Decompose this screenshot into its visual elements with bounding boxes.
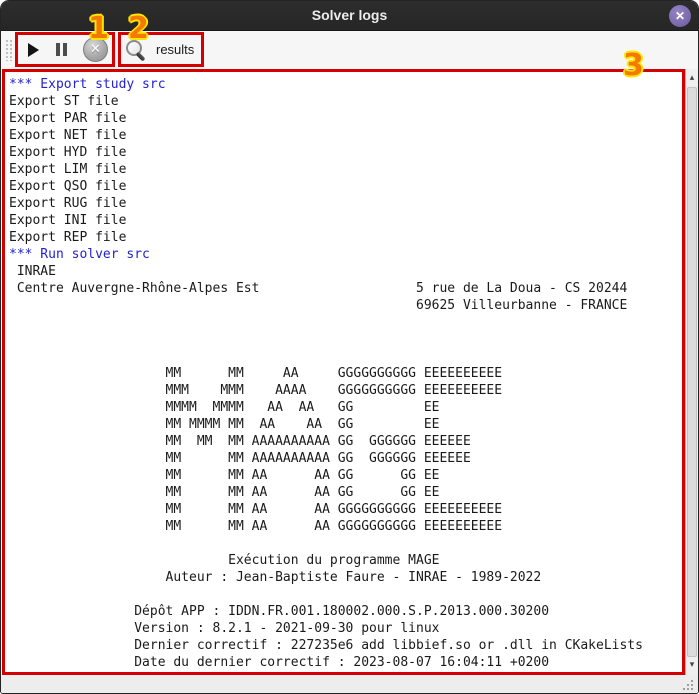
log-line: Export LIM file bbox=[9, 161, 682, 178]
log-line bbox=[9, 535, 682, 552]
log-line bbox=[9, 348, 682, 365]
close-button[interactable]: ✕ bbox=[669, 5, 691, 27]
log-line: *** Run solver src bbox=[9, 246, 682, 263]
status-bar bbox=[1, 675, 698, 694]
log-line: Dépôt APP : IDDN.FR.001.180002.000.S.P.2… bbox=[9, 603, 682, 620]
arrow-up-icon: ▴ bbox=[690, 74, 695, 83]
log-line: Export REP file bbox=[9, 229, 682, 246]
close-icon: ✕ bbox=[675, 9, 685, 23]
log-line: Auteur : Jean-Baptiste Faure - INRAE - 1… bbox=[9, 569, 682, 586]
arrow-down-icon: ▾ bbox=[690, 661, 695, 670]
log-line: MM MM MM AAAAAAAAAA GG GGGGGG EEEEEE bbox=[9, 433, 682, 450]
annotation-label-2: 2 bbox=[128, 11, 149, 46]
scroll-down-button[interactable]: ▾ bbox=[686, 658, 698, 673]
log-line bbox=[9, 586, 682, 603]
log-line: Export INI file bbox=[9, 212, 682, 229]
log-line: Export QSO file bbox=[9, 178, 682, 195]
log-line: Export HYD file bbox=[9, 144, 682, 161]
run-solver-button[interactable] bbox=[28, 43, 39, 57]
log-line: MMMM MMMM AA AA GG EE bbox=[9, 399, 682, 416]
log-line: Dernier correctif : 227235e6 add libbief… bbox=[9, 637, 682, 654]
log-line bbox=[9, 331, 682, 348]
log-line: INRAE bbox=[9, 263, 682, 280]
log-line: Export RUG file bbox=[9, 195, 682, 212]
pause-solver-button[interactable] bbox=[56, 43, 67, 56]
scroll-up-button[interactable]: ▴ bbox=[686, 71, 698, 86]
annotation-label-3: 3 bbox=[623, 48, 644, 83]
log-line: 69625 Villeurbanne - FRANCE bbox=[9, 297, 682, 314]
log-line: *** Export study src bbox=[9, 76, 682, 93]
log-line: Date du dernier correctif : 2023-08-07 1… bbox=[9, 654, 682, 671]
vertical-scrollbar[interactable]: ▴ ▾ bbox=[685, 69, 698, 675]
log-line: Exécution du programme MAGE bbox=[9, 552, 682, 569]
log-line: MM MM AA AA GGGGGGGGGG EEEEEEEEEE bbox=[9, 501, 682, 518]
log-line: MM MM AA AA GGGGGGGGGG EEEEEEEEEE bbox=[9, 518, 682, 535]
log-line bbox=[9, 314, 682, 331]
log-line: Export PAR file bbox=[9, 110, 682, 127]
log-line: MMM MMM AAAA GGGGGGGGGG EEEEEEEEEE bbox=[9, 382, 682, 399]
log-line: Export NET file bbox=[9, 127, 682, 144]
log-line: MM MM AA GGGGGGGGGG EEEEEEEEEE bbox=[9, 365, 682, 382]
play-icon bbox=[28, 43, 39, 57]
log-line: Export ST file bbox=[9, 93, 682, 110]
solver-log-text[interactable]: *** Export study srcExport ST fileExport… bbox=[5, 72, 682, 671]
log-line: MM MM AA AA GG GG EE bbox=[9, 467, 682, 484]
toolbar-drag-handle[interactable] bbox=[5, 39, 13, 61]
log-line: Version : 8.2.1 - 2021-09-30 pour linux bbox=[9, 620, 682, 637]
pause-icon bbox=[56, 43, 60, 56]
resize-grip[interactable] bbox=[683, 680, 685, 682]
log-line: MM MM AA AA GG GG EE bbox=[9, 484, 682, 501]
annotation-label-1: 1 bbox=[88, 11, 109, 46]
log-line: Centre Auvergne-Rhône-Alpes Est 5 rue de… bbox=[9, 280, 682, 297]
annotation-box-3: *** Export study srcExport ST fileExport… bbox=[2, 69, 685, 675]
solver-logs-window: Solver logs ✕ ✕ results 1 2 3 *** Export… bbox=[0, 0, 699, 694]
results-label: results bbox=[156, 42, 194, 57]
log-line: MM MM AAAAAAAAAA GG GGGGGG EEEEEE bbox=[9, 450, 682, 467]
scrollbar-thumb[interactable] bbox=[687, 87, 697, 657]
log-line: MM MMMM MM AA AA GG EE bbox=[9, 416, 682, 433]
